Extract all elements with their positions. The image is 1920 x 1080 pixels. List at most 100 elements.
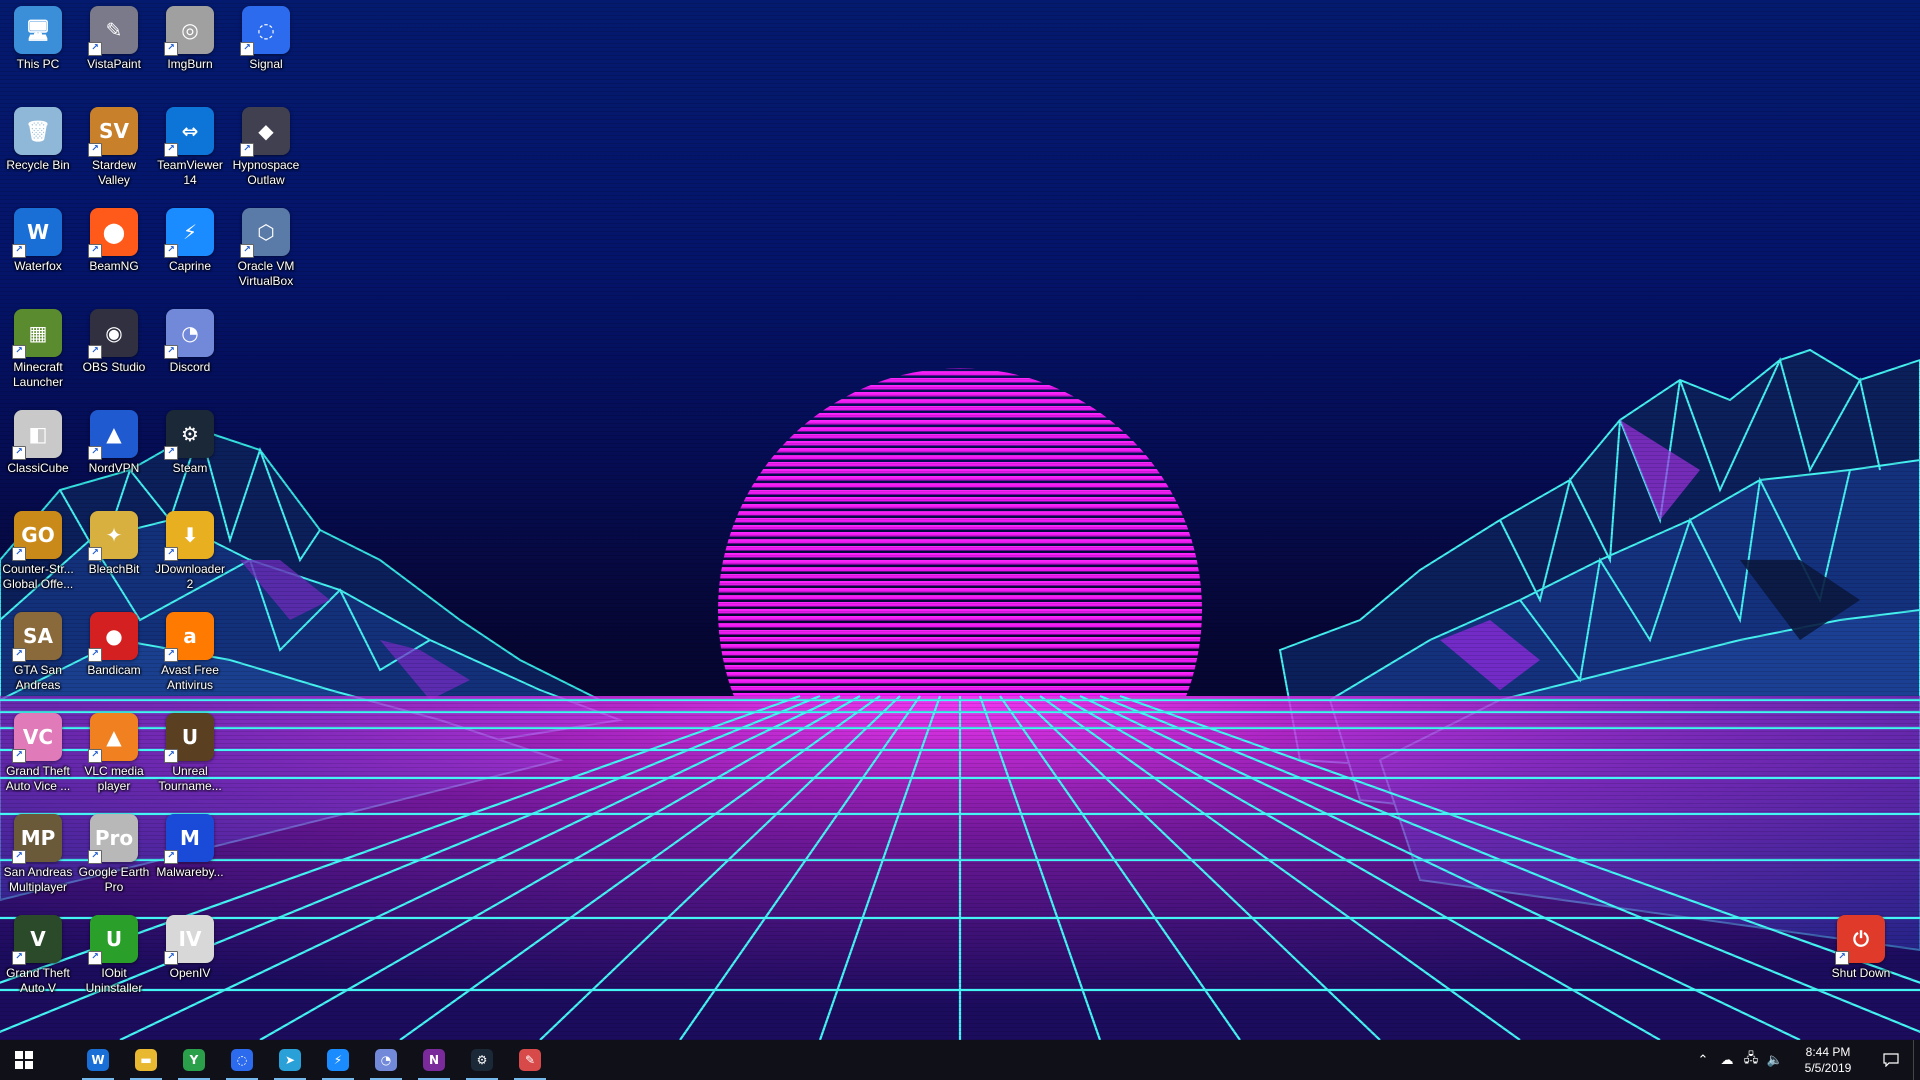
- chevron-up-icon[interactable]: ⌃: [1691, 1040, 1715, 1080]
- action-center-button[interactable]: [1869, 1040, 1913, 1080]
- shortcut-arrow-icon: ↗: [88, 951, 102, 965]
- grand-theft-auto-vice-icon: VC ↗: [12, 713, 62, 763]
- desktop-icon-signal[interactable]: ◌ ↗ Signal: [228, 0, 304, 98]
- desktop-icon-label: Hypnospace Outlaw: [232, 158, 300, 187]
- start-button[interactable]: [0, 1040, 48, 1080]
- desktop-icon-label: San Andreas Multiplayer: [3, 865, 73, 894]
- taskbar-telegram-button[interactable]: ➤: [266, 1040, 314, 1080]
- desktop-icon-minecraft-launcher[interactable]: ▦ ↗ Minecraft Launcher: [0, 303, 76, 401]
- desktop-icon-google-earth-pro[interactable]: Pro ↗ Google Earth Pro: [76, 808, 152, 906]
- yandex-icon: Y: [183, 1049, 205, 1071]
- classicube-icon: ◧ ↗: [12, 410, 62, 460]
- taskbar-paint-button[interactable]: ✎: [506, 1040, 554, 1080]
- vlc-media-player-icon: ▲ ↗: [88, 713, 138, 763]
- beamng-icon: ⬤ ↗: [88, 208, 138, 258]
- desktop-icon-unreal-tourname[interactable]: U ↗ Unreal Tourname...: [152, 707, 228, 805]
- desktop-icon-vistapaint[interactable]: ✎ ↗ VistaPaint: [76, 0, 152, 98]
- desktop-icon-label: IObit Uninstaller: [85, 966, 143, 995]
- desktop-icon-san-andreas-multiplayer[interactable]: MP ↗ San Andreas Multiplayer: [0, 808, 76, 906]
- desktop-icon-jdownloader-2[interactable]: ⬇ ↗ JDownloader 2: [152, 505, 228, 603]
- desktop-icon-malwareby[interactable]: M ↗ Malwareby...: [152, 808, 228, 906]
- desktop-icon-nordvpn[interactable]: ▲ ↗ NordVPN: [76, 404, 152, 502]
- icon-glyph: ✦: [105, 523, 123, 547]
- nordvpn-icon: ▲ ↗: [88, 410, 138, 460]
- taskbar-onenote-button[interactable]: N: [410, 1040, 458, 1080]
- desktop-icon-vlc-media-player[interactable]: ▲ ↗ VLC media player: [76, 707, 152, 805]
- icon-glyph: ▦: [28, 321, 48, 345]
- icon-glyph: V: [30, 927, 46, 951]
- shortcut-arrow-icon: ↗: [164, 244, 178, 258]
- desktop-icon-classicube[interactable]: ◧ ↗ ClassiCube: [0, 404, 76, 502]
- icon-glyph: ⬤: [102, 220, 126, 244]
- desktop-icon-label: Steam: [172, 461, 208, 475]
- desktop-icon-label: TeamViewer 14: [157, 158, 223, 187]
- taskbar-caprine-button[interactable]: ⚡: [314, 1040, 362, 1080]
- desktop-icon-beamng[interactable]: ⬤ ↗ BeamNG: [76, 202, 152, 300]
- desktop-icon-recycle-bin[interactable]: 🗑 Recycle Bin: [0, 101, 76, 199]
- taskbar-file-explorer-button[interactable]: ▬: [122, 1040, 170, 1080]
- desktop[interactable]: 🖥 This PC 🗑 Recycle Bin W ↗ Waterfox ▦ ↗ Minecraf…: [0, 0, 1920, 1040]
- desktop-icon-openiv[interactable]: IV ↗ OpenIV: [152, 909, 228, 1007]
- taskbar-steam-button[interactable]: ⚙: [458, 1040, 506, 1080]
- shortcut-arrow-icon: ↗: [12, 850, 26, 864]
- shortcut-arrow-icon: ↗: [164, 345, 178, 359]
- taskbar-signal-button[interactable]: ◌: [218, 1040, 266, 1080]
- icon-glyph: ◔: [181, 321, 199, 345]
- clock-date: 5/5/2019: [1804, 1061, 1852, 1075]
- iobit-uninstaller-icon: U ↗: [88, 915, 138, 965]
- taskbar-yandex-button[interactable]: Y: [170, 1040, 218, 1080]
- stardew-valley-icon: SV ↗: [88, 107, 138, 157]
- openiv-icon: IV ↗: [164, 915, 214, 965]
- desktop-icon-waterfox[interactable]: W ↗ Waterfox: [0, 202, 76, 300]
- malwareby-icon: M ↗: [164, 814, 214, 864]
- icon-glyph: ◎: [181, 18, 199, 42]
- desktop-icon-label: Grand Theft Auto V: [6, 966, 70, 995]
- desktop-icon-bleachbit[interactable]: ✦ ↗ BleachBit: [76, 505, 152, 603]
- desktop-icon-label: Recycle Bin: [6, 158, 70, 172]
- taskbar-discord-button[interactable]: ◔: [362, 1040, 410, 1080]
- volume-icon[interactable]: 🔈: [1763, 1040, 1787, 1080]
- grand-theft-auto-v-icon: V ↗: [12, 915, 62, 965]
- icon-glyph: VC: [22, 725, 54, 749]
- desktop-icon-counter-str-global-offe[interactable]: GO ↗ Counter-Str... Global Offe...: [0, 505, 76, 603]
- desktop-icon-label: Malwareby...: [156, 865, 224, 879]
- show-desktop-button[interactable]: [1913, 1040, 1920, 1080]
- desktop-icon-this-pc[interactable]: 🖥 This PC: [0, 0, 76, 98]
- desktop-icon-caprine[interactable]: ⚡ ↗ Caprine: [152, 202, 228, 300]
- notification-icon: [1883, 1053, 1899, 1067]
- shortcut-arrow-icon: ↗: [88, 446, 102, 460]
- imgburn-icon: ◎ ↗: [164, 6, 214, 56]
- desktop-icon-shut-down[interactable]: ⏻ ↗ Shut Down: [1823, 909, 1899, 1007]
- obs-studio-icon: ◉ ↗: [88, 309, 138, 359]
- caprine-icon: ⚡ ↗: [164, 208, 214, 258]
- teamviewer-14-icon: ⇔ ↗: [164, 107, 214, 157]
- desktop-icon-grand-theft-auto-v[interactable]: V ↗ Grand Theft Auto V: [0, 909, 76, 1007]
- desktop-icon-iobit-uninstaller[interactable]: U ↗ IObit Uninstaller: [76, 909, 152, 1007]
- icon-glyph: ⚙: [181, 422, 199, 446]
- signal-icon: ◌: [231, 1049, 253, 1071]
- desktop-icon-obs-studio[interactable]: ◉ ↗ OBS Studio: [76, 303, 152, 401]
- desktop-icon-stardew-valley[interactable]: SV ↗ Stardew Valley: [76, 101, 152, 199]
- shortcut-arrow-icon: ↗: [164, 547, 178, 561]
- taskbar-waterfox-button[interactable]: W: [74, 1040, 122, 1080]
- desktop-icon-gta-san-andreas[interactable]: SA ↗ GTA San Andreas: [0, 606, 76, 704]
- desktop-icon-teamviewer-14[interactable]: ⇔ ↗ TeamViewer 14: [152, 101, 228, 199]
- icon-glyph: SA: [23, 624, 53, 648]
- desktop-icon-steam[interactable]: ⚙ ↗ Steam: [152, 404, 228, 502]
- shortcut-arrow-icon: ↗: [88, 749, 102, 763]
- desktop-icon-avast-free-antivirus[interactable]: a ↗ Avast Free Antivirus: [152, 606, 228, 704]
- desktop-icon-bandicam[interactable]: ● ↗ Bandicam: [76, 606, 152, 704]
- taskbar-clock[interactable]: 8:44 PM 5/5/2019: [1787, 1044, 1869, 1076]
- shortcut-arrow-icon: ↗: [12, 648, 26, 662]
- desktop-icon-label: Grand Theft Auto Vice ...: [5, 764, 71, 793]
- desktop-icon-discord[interactable]: ◔ ↗ Discord: [152, 303, 228, 401]
- shortcut-arrow-icon: ↗: [88, 244, 102, 258]
- desktop-icon-imgburn[interactable]: ◎ ↗ ImgBurn: [152, 0, 228, 98]
- steam-icon: ⚙: [471, 1049, 493, 1071]
- desktop-icon-hypnospace-outlaw[interactable]: ◆ ↗ Hypnospace Outlaw: [228, 101, 304, 199]
- desktop-icon-grand-theft-auto-vice[interactable]: VC ↗ Grand Theft Auto Vice ...: [0, 707, 76, 805]
- onedrive-cloud-icon[interactable]: ☁: [1715, 1040, 1739, 1080]
- desktop-icon-oracle-vm-virtualbox[interactable]: ⬡ ↗ Oracle VM VirtualBox: [228, 202, 304, 300]
- network-icon[interactable]: 🖧: [1739, 1040, 1763, 1080]
- desktop-icon-label: NordVPN: [88, 461, 140, 475]
